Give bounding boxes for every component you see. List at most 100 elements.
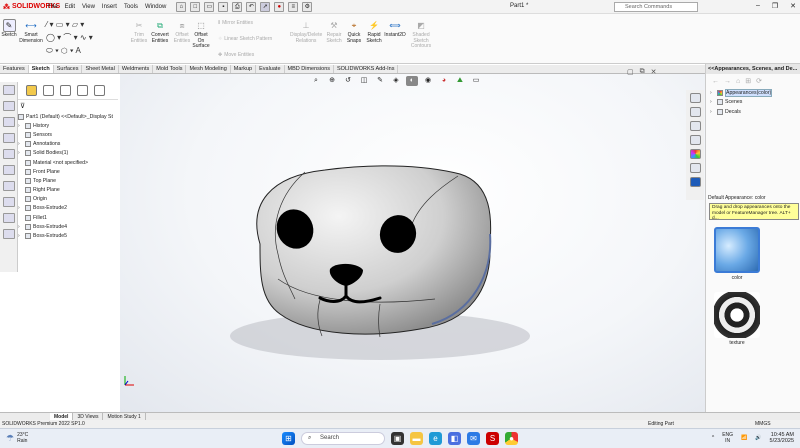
tree-item-right-plane[interactable]: Right Plane [18,186,118,195]
shell-icon[interactable] [2,197,15,207]
clock[interactable]: 10:45 AM 5/23/2025 [770,432,794,444]
add-icon[interactable]: ⊞ [745,77,751,85]
smart-dimension-button[interactable]: ⟷ Smart Dimension [18,19,44,44]
view-settings-icon[interactable]: ▭ [470,76,482,86]
convert-entities-button[interactable]: ⧉ Convert Entities [148,19,172,44]
viewport-restore-icon[interactable]: ⧉ [640,68,645,76]
zoom-area-icon[interactable]: ⊕ [326,76,338,86]
tab-mold-tools[interactable]: Mold Tools [153,65,187,73]
language-indicator[interactable]: ENG IN [722,432,733,444]
tree-part-root[interactable]: Part1 (Default) <<Default>_Display St [18,112,118,121]
rebuild-icon[interactable]: ● [274,1,285,12]
shaded-sketch-contours-button[interactable]: ◩ Shaded Sketch Contours [408,19,434,50]
custom-properties-icon[interactable] [689,163,701,173]
minimize-icon[interactable]: – [756,2,760,10]
tree-item-boss-extrude4[interactable]: › Boss-Extrude4 [18,222,118,231]
tree-item-top-plane[interactable]: Top Plane [18,176,118,185]
appearances-icon[interactable] [689,149,701,159]
expand-icon[interactable]: › [18,205,23,211]
forward-icon[interactable]: → [724,78,731,85]
undo-icon[interactable]: ↶ [246,1,257,12]
back-icon[interactable]: ← [712,78,719,85]
tab-evaluate[interactable]: Evaluate [256,65,285,73]
expand-icon[interactable]: › [18,123,23,129]
status-units[interactable]: MMGS [755,420,771,428]
tab-3d-views[interactable]: 3D Views [73,413,104,420]
tab-mesh-modeling[interactable]: Mesh Modeling [186,65,231,73]
tab-weldments[interactable]: Weldments [119,65,154,73]
panda-model[interactable] [120,74,705,412]
tree-item-solid-bodies[interactable]: › Solid Bodies(1) [18,149,118,158]
tree-item-annotations[interactable]: › Annotations [18,140,118,149]
new-icon[interactable]: □ [190,1,201,12]
configuration-tab-icon[interactable] [60,85,71,96]
tree-item-material[interactable]: Material <not specified> [18,158,118,167]
resources-icon[interactable] [689,93,701,103]
expand-icon[interactable]: › [18,150,23,156]
tab-features[interactable]: Features [0,65,29,73]
view-palette-icon[interactable] [689,135,701,145]
repair-sketch-button[interactable]: ⚒ Repair Sketch [324,19,344,44]
expand-icon[interactable]: › [710,90,715,96]
texture-swatch[interactable] [714,292,760,338]
solidworks-forum-icon[interactable] [689,177,701,187]
rapid-sketch-button[interactable]: ⚡ Rapid Sketch [364,19,384,44]
tree-item-scenes[interactable]: › Scenes [710,98,800,108]
color-swatch[interactable] [714,227,760,273]
windows-start-icon[interactable]: ⊞ [282,432,295,445]
tab-surfaces[interactable]: Surfaces [54,65,83,73]
expand-icon[interactable]: › [18,141,23,147]
filter-icon[interactable]: ⊽ [20,102,25,110]
mirror-entities-button[interactable]: ⫴ Mirror Entities [218,20,253,26]
tab-markup[interactable]: Markup [231,65,257,73]
app-logo[interactable]: ⁂ SOLIDWORKS [0,3,60,11]
weather-widget[interactable]: ☂ 23°C Rain [6,432,28,444]
tree-item-appearances[interactable]: › Appearances(color) [710,88,800,98]
expand-icon[interactable]: › [18,224,23,230]
display-manager-tab-icon[interactable] [94,85,105,96]
tree-item-decals[interactable]: › Decals [710,107,800,117]
menu-insert[interactable]: Insert [102,4,117,10]
loft-icon[interactable] [2,165,15,175]
tree-item-fillet1[interactable]: Fillet1 [18,213,118,222]
cube-icon[interactable] [2,101,15,111]
sketch-button[interactable]: ✎ Sketch [1,19,17,39]
menu-tools[interactable]: Tools [124,4,138,10]
home-icon[interactable]: ⌂ [176,1,187,12]
volume-icon[interactable]: 🔊 [755,435,761,441]
design-library-icon[interactable] [689,107,701,117]
tree-item-history[interactable]: › History [18,121,118,130]
edge-icon[interactable]: e [429,432,442,445]
instant2d-button[interactable]: ⟺ Instant2D [384,19,406,39]
extrude-icon[interactable] [2,117,15,127]
search-commands-input[interactable]: Search Commands [614,2,698,12]
viewport-minimize-icon[interactable]: ▢ [627,68,634,76]
trim-entities-button[interactable]: ✂ Trim Entities [130,19,148,44]
viewport-close-icon[interactable]: ✕ [651,68,657,76]
menu-window[interactable]: Window [145,4,166,10]
file-properties-icon[interactable]: ≡ [288,1,299,12]
menu-file[interactable]: File [48,4,58,10]
wifi-icon[interactable]: 📶 [741,435,747,441]
dynamic-annotation-icon[interactable]: ✎ [374,76,386,86]
close-icon[interactable]: ✕ [790,2,796,10]
display-delete-relations-button[interactable]: ⊥ Display/Delete Relations [290,19,322,44]
dimxpert-tab-icon[interactable] [77,85,88,96]
expand-icon[interactable]: › [710,109,715,115]
tab-sheet-metal[interactable]: Sheet Metal [82,65,119,73]
tree-item-front-plane[interactable]: Front Plane [18,167,118,176]
expand-icon[interactable]: › [18,233,23,239]
print-icon[interactable]: ⎙ [232,1,243,12]
refresh-icon[interactable]: ⟳ [756,77,762,85]
graphics-viewport[interactable] [120,74,705,412]
restore-icon[interactable]: ❐ [772,2,778,10]
quick-snaps-button[interactable]: ⌖ Quick Snaps [345,19,363,44]
fillet-icon[interactable] [2,181,15,191]
offset-entities-button[interactable]: ⧈ Offset Entities [172,19,192,44]
file-explorer-icon[interactable] [689,121,701,131]
expand-icon[interactable]: › [710,99,715,105]
pattern-tool-icon[interactable] [2,213,15,223]
file-explorer-icon[interactable]: ▬ [410,432,423,445]
offset-on-surface-button[interactable]: ⬚ Offset On Surface [192,19,210,50]
hide-show-icon[interactable]: ◉ [422,76,434,86]
